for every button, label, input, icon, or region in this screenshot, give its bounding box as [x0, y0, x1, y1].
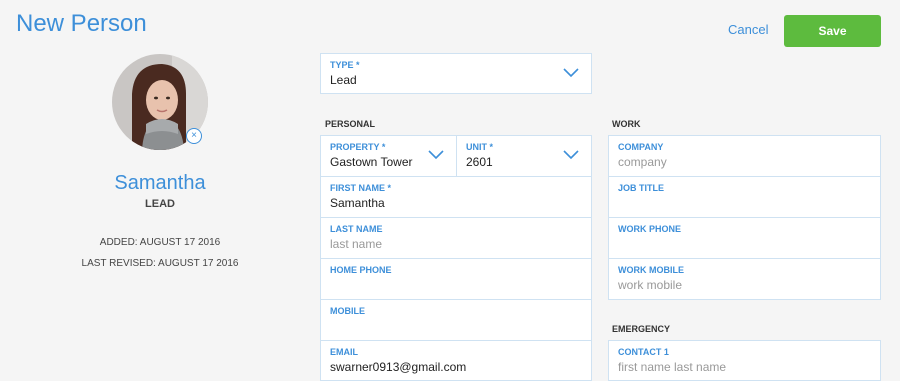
property-select[interactable]: PROPERTY * Gastown Tower [320, 135, 457, 177]
save-button[interactable]: Save [784, 15, 881, 47]
first-name-field[interactable]: FIRST NAME * Samantha [320, 176, 592, 218]
contact1-label: CONTACT 1 [618, 347, 669, 357]
profile-name: Samantha [114, 172, 206, 194]
mobile-label: MOBILE [330, 306, 365, 316]
work-section-label: WORK [612, 119, 641, 129]
type-label: TYPE * [330, 60, 360, 70]
emergency-section-label: EMERGENCY [612, 324, 671, 334]
contact1-field[interactable]: CONTACT 1 first name last name [608, 340, 881, 381]
last-name-placeholder[interactable]: last name [330, 237, 591, 251]
first-name-value[interactable]: Samantha [330, 196, 591, 210]
chevron-down-icon[interactable] [563, 150, 579, 160]
work-mobile-field[interactable]: WORK MOBILE work mobile [608, 258, 881, 300]
email-field[interactable]: EMAIL swarner0913@gmail.com [320, 340, 592, 381]
page-title: New Person [16, 10, 147, 37]
job-title-label: JOB TITLE [618, 183, 665, 193]
email-label: EMAIL [330, 347, 358, 357]
company-label: COMPANY [618, 142, 664, 152]
mobile-field[interactable]: MOBILE [320, 299, 592, 341]
work-phone-label: WORK PHONE [618, 224, 681, 234]
chevron-down-icon[interactable] [428, 150, 444, 160]
company-placeholder[interactable]: company [618, 155, 880, 169]
personal-section-label: PERSONAL [325, 119, 376, 129]
first-name-label: FIRST NAME * [330, 183, 392, 193]
job-title-field[interactable]: JOB TITLE [608, 176, 881, 218]
type-value: Lead [330, 73, 357, 87]
home-phone-field[interactable]: HOME PHONE [320, 258, 592, 300]
email-value[interactable]: swarner0913@gmail.com [330, 360, 591, 374]
last-name-label: LAST NAME [330, 224, 383, 234]
profile-type: LEAD [145, 198, 175, 210]
remove-photo-icon[interactable]: × [186, 128, 202, 144]
contact1-placeholder[interactable]: first name last name [618, 360, 880, 374]
added-date: ADDED: AUGUST 17 2016 [99, 237, 221, 248]
last-revised-date: LAST REVISED: AUGUST 17 2016 [81, 258, 239, 269]
last-name-field[interactable]: LAST NAME last name [320, 217, 592, 259]
home-phone-label: HOME PHONE [330, 265, 392, 275]
work-mobile-label: WORK MOBILE [618, 265, 684, 275]
unit-select[interactable]: UNIT * 2601 [456, 135, 592, 177]
work-mobile-placeholder[interactable]: work mobile [618, 278, 880, 292]
type-select[interactable]: TYPE * Lead [320, 53, 592, 94]
company-field[interactable]: COMPANY company [608, 135, 881, 177]
chevron-down-icon[interactable] [563, 68, 579, 78]
cancel-button[interactable]: Cancel [728, 22, 768, 37]
work-phone-field[interactable]: WORK PHONE [608, 217, 881, 259]
